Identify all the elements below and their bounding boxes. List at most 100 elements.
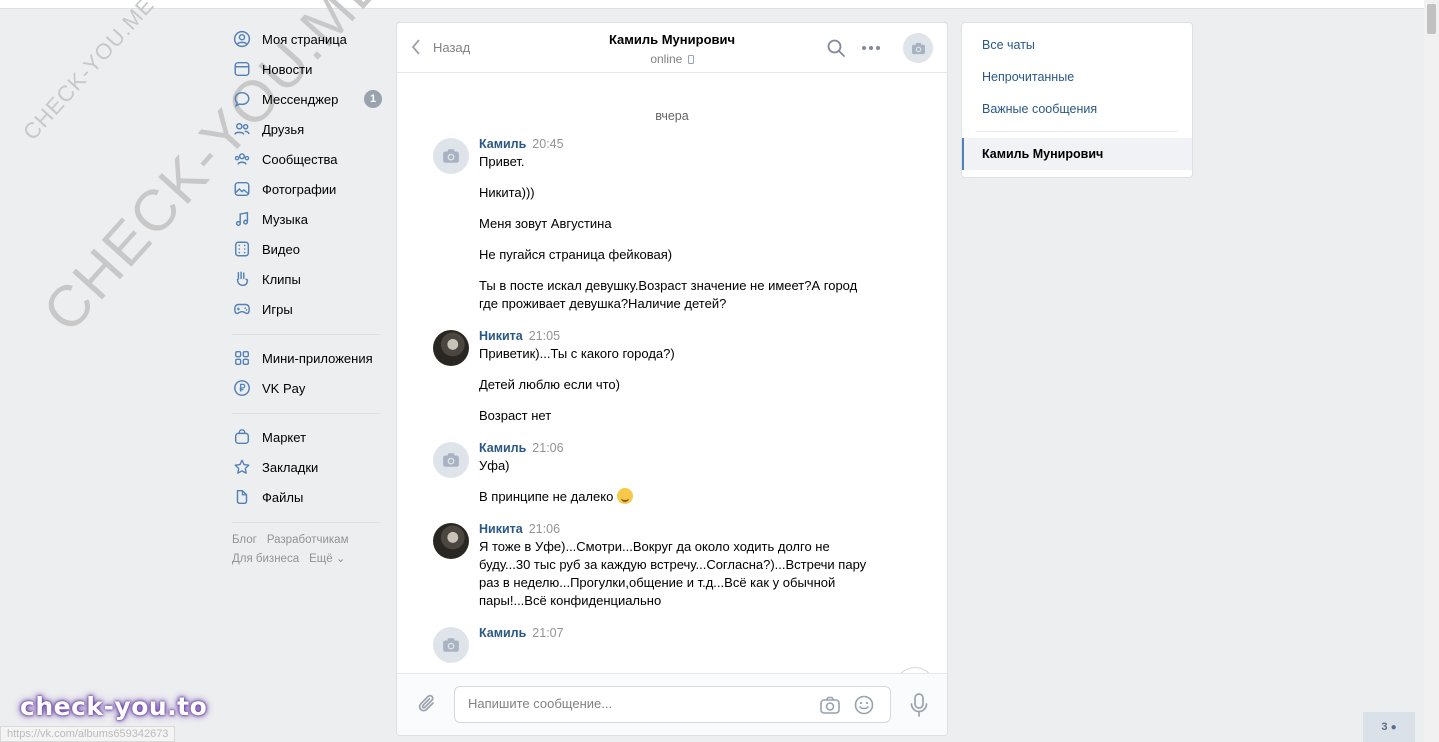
online-viewers-button[interactable]: 3 ● bbox=[1363, 712, 1415, 742]
nav-item-communities[interactable]: Сообщества bbox=[232, 144, 382, 174]
nav-item-music[interactable]: Музыка bbox=[232, 204, 382, 234]
nav-item-mini-apps[interactable]: Мини-приложения bbox=[232, 343, 382, 373]
message-text: В принципе не далеко bbox=[479, 488, 867, 506]
footer-link-blog[interactable]: Блог bbox=[232, 534, 257, 546]
filter-divider bbox=[976, 131, 1178, 132]
vkpay-icon bbox=[232, 378, 252, 398]
nav-label: Музыка bbox=[262, 211, 308, 227]
message-author[interactable]: Никита bbox=[479, 522, 523, 536]
attach-icon[interactable] bbox=[415, 692, 439, 716]
footer-link-more[interactable]: Ещё ⌄ bbox=[309, 553, 345, 565]
nav-item-games[interactable]: Игры bbox=[232, 294, 382, 324]
camera-icon bbox=[911, 42, 925, 54]
active-chat-tab[interactable]: Камиль Мунирович bbox=[962, 138, 1192, 170]
filter-all-chats[interactable]: Все чаты bbox=[962, 29, 1192, 61]
smile-emoji-icon bbox=[616, 488, 633, 504]
nav-divider bbox=[232, 334, 380, 335]
nav-item-files[interactable]: Файлы bbox=[232, 482, 382, 512]
message-text: Я тоже в Уфе)...Смотри...Вокруг да около… bbox=[479, 539, 867, 608]
clips-icon bbox=[232, 269, 252, 289]
nav-item-clips[interactable]: Клипы bbox=[232, 264, 382, 294]
message-text: Приветик)...Ты с какого города?) bbox=[479, 346, 675, 361]
chat-header: Назад Камиль Мунирович online bbox=[397, 23, 947, 73]
footer-link-business[interactable]: Для бизнеса bbox=[232, 553, 299, 565]
author-avatar[interactable] bbox=[433, 138, 469, 174]
message-author[interactable]: Камиль bbox=[479, 137, 526, 151]
nav-item-my-page[interactable]: Моя страница bbox=[232, 24, 382, 54]
nav-divider bbox=[232, 522, 380, 523]
filter-important[interactable]: Важные сообщения bbox=[962, 93, 1192, 125]
chat-filter-panel: Все чаты Непрочитанные Важные сообщения … bbox=[961, 22, 1193, 178]
nav-label: Игры bbox=[262, 301, 293, 317]
market-icon bbox=[232, 427, 252, 447]
message-input-box bbox=[454, 686, 891, 723]
person-icon: ● bbox=[1390, 721, 1397, 733]
peer-avatar[interactable] bbox=[903, 33, 933, 63]
filter-unread[interactable]: Непрочитанные bbox=[962, 61, 1192, 93]
message-group: Никита 21:06 Я тоже в Уфе)...Смотри...Вок… bbox=[397, 522, 947, 610]
nav-label: Закладки bbox=[262, 459, 319, 475]
nav-label: Друзья bbox=[262, 121, 305, 137]
nav-item-photos[interactable]: Фотографии bbox=[232, 174, 382, 204]
more-icon[interactable] bbox=[860, 37, 882, 59]
top-header-bar bbox=[0, 0, 1424, 9]
message-meta: Никита 21:05 bbox=[479, 329, 867, 344]
nav-item-bookmarks[interactable]: Закладки bbox=[232, 452, 382, 482]
author-avatar[interactable] bbox=[433, 330, 469, 366]
music-icon bbox=[232, 209, 252, 229]
message-group: Камиль 20:45 Привет. Никита))) Меня зовут… bbox=[397, 137, 947, 313]
nav-item-friends[interactable]: Друзья bbox=[232, 114, 382, 144]
date-separator: вчера bbox=[655, 109, 689, 123]
message-text: Меня зовут Августина bbox=[479, 216, 612, 231]
author-avatar[interactable] bbox=[433, 627, 469, 663]
nav-item-market[interactable]: Маркет bbox=[232, 422, 382, 452]
message-time: 20:45 bbox=[532, 137, 564, 151]
message-group: Камиль 21:06 Уфа) В принципе не далеко bbox=[397, 441, 947, 506]
camera-icon bbox=[443, 638, 459, 652]
footer-link-dev[interactable]: Разработчикам bbox=[267, 534, 349, 546]
message-icon bbox=[232, 89, 252, 109]
page-scrollbar[interactable] bbox=[1424, 0, 1439, 742]
message-time: 21:06 bbox=[532, 441, 564, 455]
message-author[interactable]: Камиль bbox=[479, 626, 526, 640]
scrollbar-thumb[interactable] bbox=[1427, 4, 1436, 34]
camera-icon bbox=[443, 149, 459, 163]
gamepad-icon bbox=[232, 299, 252, 319]
chat-panel: Назад Камиль Мунирович online вчера Ками… bbox=[396, 22, 948, 736]
author-avatar[interactable] bbox=[433, 523, 469, 559]
communities-icon bbox=[232, 149, 252, 169]
message-time: 21:05 bbox=[528, 329, 561, 343]
brand-watermark: check-you.to bbox=[20, 692, 208, 721]
viewers-count: 3 bbox=[1381, 721, 1388, 733]
star-icon bbox=[232, 457, 252, 477]
nav-item-vkpay[interactable]: VK Pay bbox=[232, 373, 382, 403]
nav-item-news[interactable]: Новости bbox=[232, 54, 382, 84]
message-text: Привет. bbox=[479, 154, 525, 169]
nav-label: Мессенджер bbox=[262, 91, 339, 107]
message-history[interactable]: вчера Камиль 20:45 Привет. Никита))) Меня… bbox=[397, 74, 947, 674]
nav-label: VK Pay bbox=[262, 380, 306, 396]
message-meta: Камиль 21:06 bbox=[479, 441, 867, 456]
emoji-icon[interactable] bbox=[853, 694, 875, 716]
user-circle-icon bbox=[232, 29, 252, 49]
news-icon bbox=[232, 59, 252, 79]
message-group: Камиль 21:07 bbox=[397, 626, 947, 663]
author-avatar[interactable] bbox=[433, 442, 469, 478]
microphone-icon[interactable] bbox=[907, 692, 931, 718]
message-text: Ты в посте искал девушку.Возраст значени… bbox=[479, 278, 858, 311]
camera-icon[interactable] bbox=[819, 694, 841, 716]
message-input[interactable] bbox=[468, 696, 808, 711]
message-text: Не пугайся страница фейковая) bbox=[479, 247, 673, 262]
message-author[interactable]: Камиль bbox=[479, 441, 526, 455]
left-navigation: Моя страница Новости Мессенджер 1 Друзья… bbox=[232, 24, 382, 569]
nav-label: Новости bbox=[262, 61, 313, 77]
nav-item-video[interactable]: Видео bbox=[232, 234, 382, 264]
camera-icon bbox=[443, 453, 459, 467]
watermark-small: CHECK-YOU.ME bbox=[18, 0, 160, 145]
nav-label: Видео bbox=[262, 241, 300, 257]
nav-label: Мини-приложения bbox=[262, 350, 373, 366]
nav-item-messenger[interactable]: Мессенджер 1 bbox=[232, 84, 382, 114]
search-icon[interactable] bbox=[825, 37, 847, 59]
message-author[interactable]: Никита bbox=[479, 329, 523, 343]
nav-footer: Блог Разработчикам Для бизнеса Ещё ⌄ bbox=[232, 531, 382, 569]
